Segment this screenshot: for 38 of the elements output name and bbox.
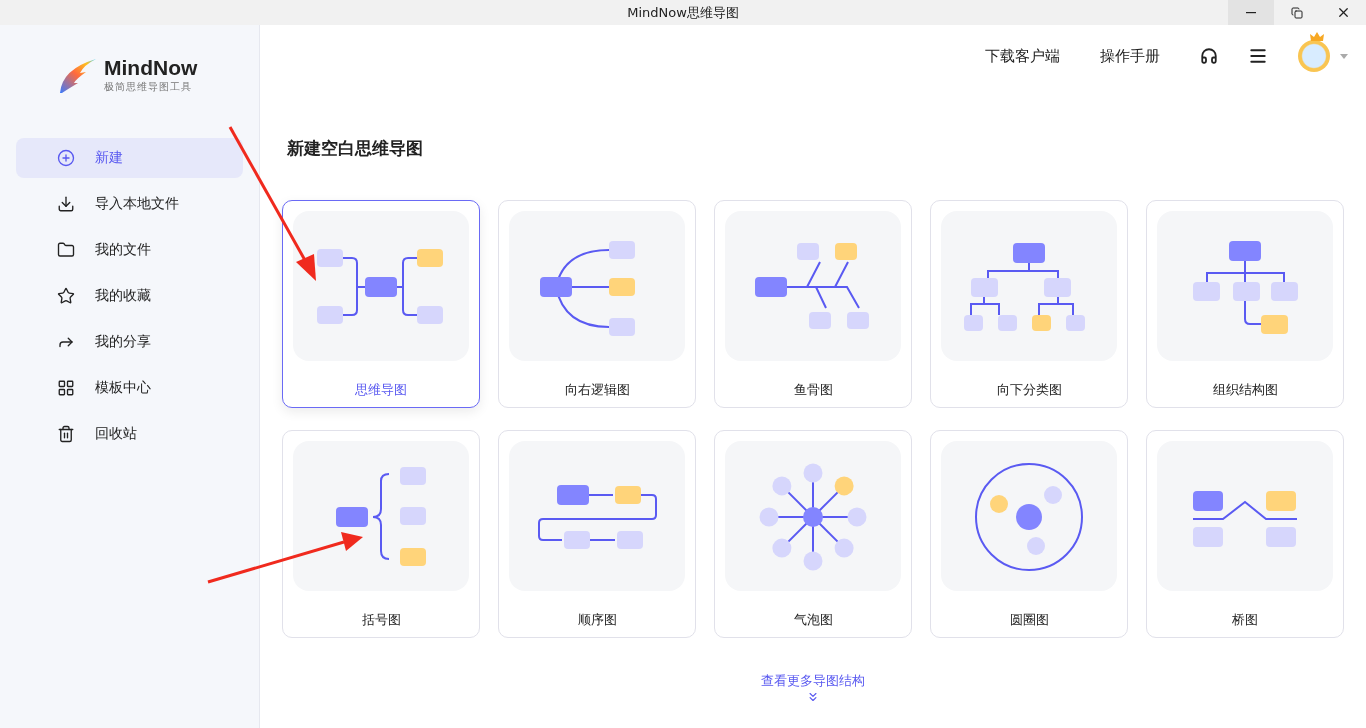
sidebar-item[interactable]: 我的收藏 <box>16 276 243 316</box>
sidebar-item[interactable]: 我的分享 <box>16 322 243 362</box>
logo-name: MindNow <box>104 56 198 80</box>
minimize-icon <box>1246 11 1256 14</box>
logo-tagline: 极简思维导图工具 <box>104 80 193 94</box>
template-card[interactable]: 气泡图 <box>714 430 912 638</box>
avatar[interactable] <box>1298 40 1330 72</box>
sidebar-item[interactable]: 新建 <box>16 138 243 178</box>
template-card[interactable]: 向右逻辑图 <box>498 200 696 408</box>
template-card[interactable]: 思维导图 <box>282 200 480 408</box>
sidebar-item[interactable]: 模板中心 <box>16 368 243 408</box>
template-card[interactable]: 顺序图 <box>498 430 696 638</box>
nav-icon <box>57 425 75 443</box>
double-chevron-down-icon <box>806 690 820 704</box>
nav-icon <box>57 149 75 167</box>
template-card[interactable]: 组织结构图 <box>1146 200 1344 408</box>
template-card[interactable]: 括号图 <box>282 430 480 638</box>
section-title: 新建空白思维导图 <box>287 137 424 160</box>
sidebar-item[interactable]: 导入本地文件 <box>16 184 243 224</box>
template-card[interactable]: 桥图 <box>1146 430 1344 638</box>
restore-icon <box>1291 6 1303 19</box>
window-title: MindNow思维导图 <box>627 3 739 22</box>
nav-icon <box>57 195 75 213</box>
nav-icon <box>57 287 75 305</box>
crown-icon <box>1310 32 1324 42</box>
template-card[interactable]: 鱼骨图 <box>714 200 912 408</box>
template-card[interactable]: 向下分类图 <box>930 200 1128 408</box>
header-link[interactable]: 操作手册 <box>1100 46 1160 66</box>
sidebar-item[interactable]: 我的文件 <box>16 230 243 270</box>
menu-button[interactable] <box>1248 46 1268 66</box>
header-link[interactable]: 下载客户端 <box>985 46 1060 66</box>
template-card[interactable]: 圆圈图 <box>930 430 1128 638</box>
more-structures-link[interactable]: 查看更多导图结构 <box>761 672 865 690</box>
headset-button[interactable] <box>1200 47 1218 65</box>
sidebar-item[interactable]: 回收站 <box>16 414 243 454</box>
nav-icon <box>57 379 75 397</box>
caret-icon[interactable] <box>1340 53 1348 59</box>
nav-icon <box>57 241 75 259</box>
